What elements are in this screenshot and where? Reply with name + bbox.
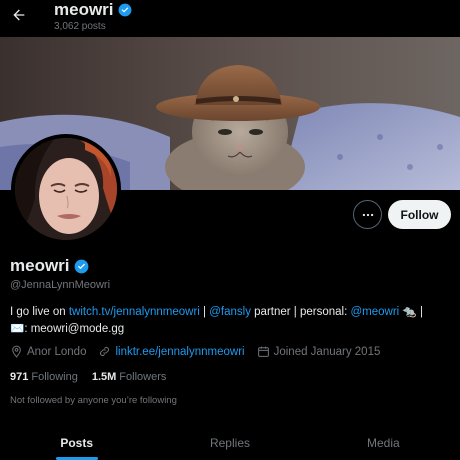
user-handle: @JennaLynnMeowri (10, 279, 111, 291)
following-link[interactable]: 971 Following (10, 371, 78, 383)
website-link[interactable]: linktr.ee/jennalynnmeowri (115, 346, 244, 358)
tab-posts[interactable]: Posts (0, 425, 153, 460)
profile-name-row: meowri (10, 256, 89, 276)
following-label: Following (31, 371, 78, 383)
twitch-link[interactable]: twitch.tv/jennalynnmeowri (69, 306, 200, 318)
bio-text: 🐀 | (399, 306, 423, 318)
bio-text: partner | personal: (250, 306, 351, 318)
fansly-mention-link[interactable]: @fansly (209, 306, 251, 318)
location-item: Anor Londo (10, 345, 86, 358)
website-item: linktr.ee/jennalynnmeowri (98, 345, 245, 358)
tab-media[interactable]: Media (307, 425, 460, 460)
top-bar: meowri 3,062 posts (0, 0, 460, 36)
profile-tabs: Posts Replies Media (0, 425, 460, 460)
more-options-button[interactable] (353, 200, 382, 229)
profile-meta: Anor Londo linktr.ee/jennalynnmeowri Joi… (10, 345, 380, 358)
joined-text: Joined January 2015 (273, 345, 381, 358)
link-icon (100, 347, 110, 356)
avatar-image (15, 138, 117, 240)
joined-item: Joined January 2015 (257, 345, 381, 358)
location-text: Anor Londo (27, 345, 87, 358)
tab-replies[interactable]: Replies (153, 425, 306, 460)
header-name: meowri (54, 0, 114, 19)
profile-bio: I go live on twitch.tv/jennalynnmeowri |… (10, 304, 454, 338)
verified-badge-icon (118, 3, 131, 17)
followers-link[interactable]: 1.5M Followers (92, 371, 167, 383)
calendar-icon (257, 346, 269, 357)
more-dots-icon (362, 213, 373, 216)
following-count: 971 (10, 371, 29, 383)
follow-stats: 971 Following 1.5M Followers (10, 371, 166, 383)
header-post-count: 3,062 posts (54, 21, 106, 32)
followers-count: 1.5M (91, 371, 117, 383)
bio-text: | (199, 306, 210, 318)
arrow-left-icon (13, 9, 25, 21)
back-button[interactable] (8, 4, 30, 26)
location-pin-icon (12, 345, 21, 358)
bio-text: I go live on (10, 306, 69, 318)
follow-button[interactable]: Follow (388, 200, 451, 229)
display-name: meowri (10, 256, 70, 275)
verified-badge-icon[interactable] (74, 259, 89, 274)
profile-avatar[interactable] (11, 134, 121, 244)
followers-label: Followers (119, 371, 167, 383)
header-name-row: meowri (54, 0, 132, 20)
bio-email: ✉️: meowri@mode.gg (10, 323, 125, 335)
mutual-followers-note: Not followed by anyone you’re following (10, 395, 177, 406)
personal-mention-link[interactable]: @meowri (350, 306, 399, 318)
